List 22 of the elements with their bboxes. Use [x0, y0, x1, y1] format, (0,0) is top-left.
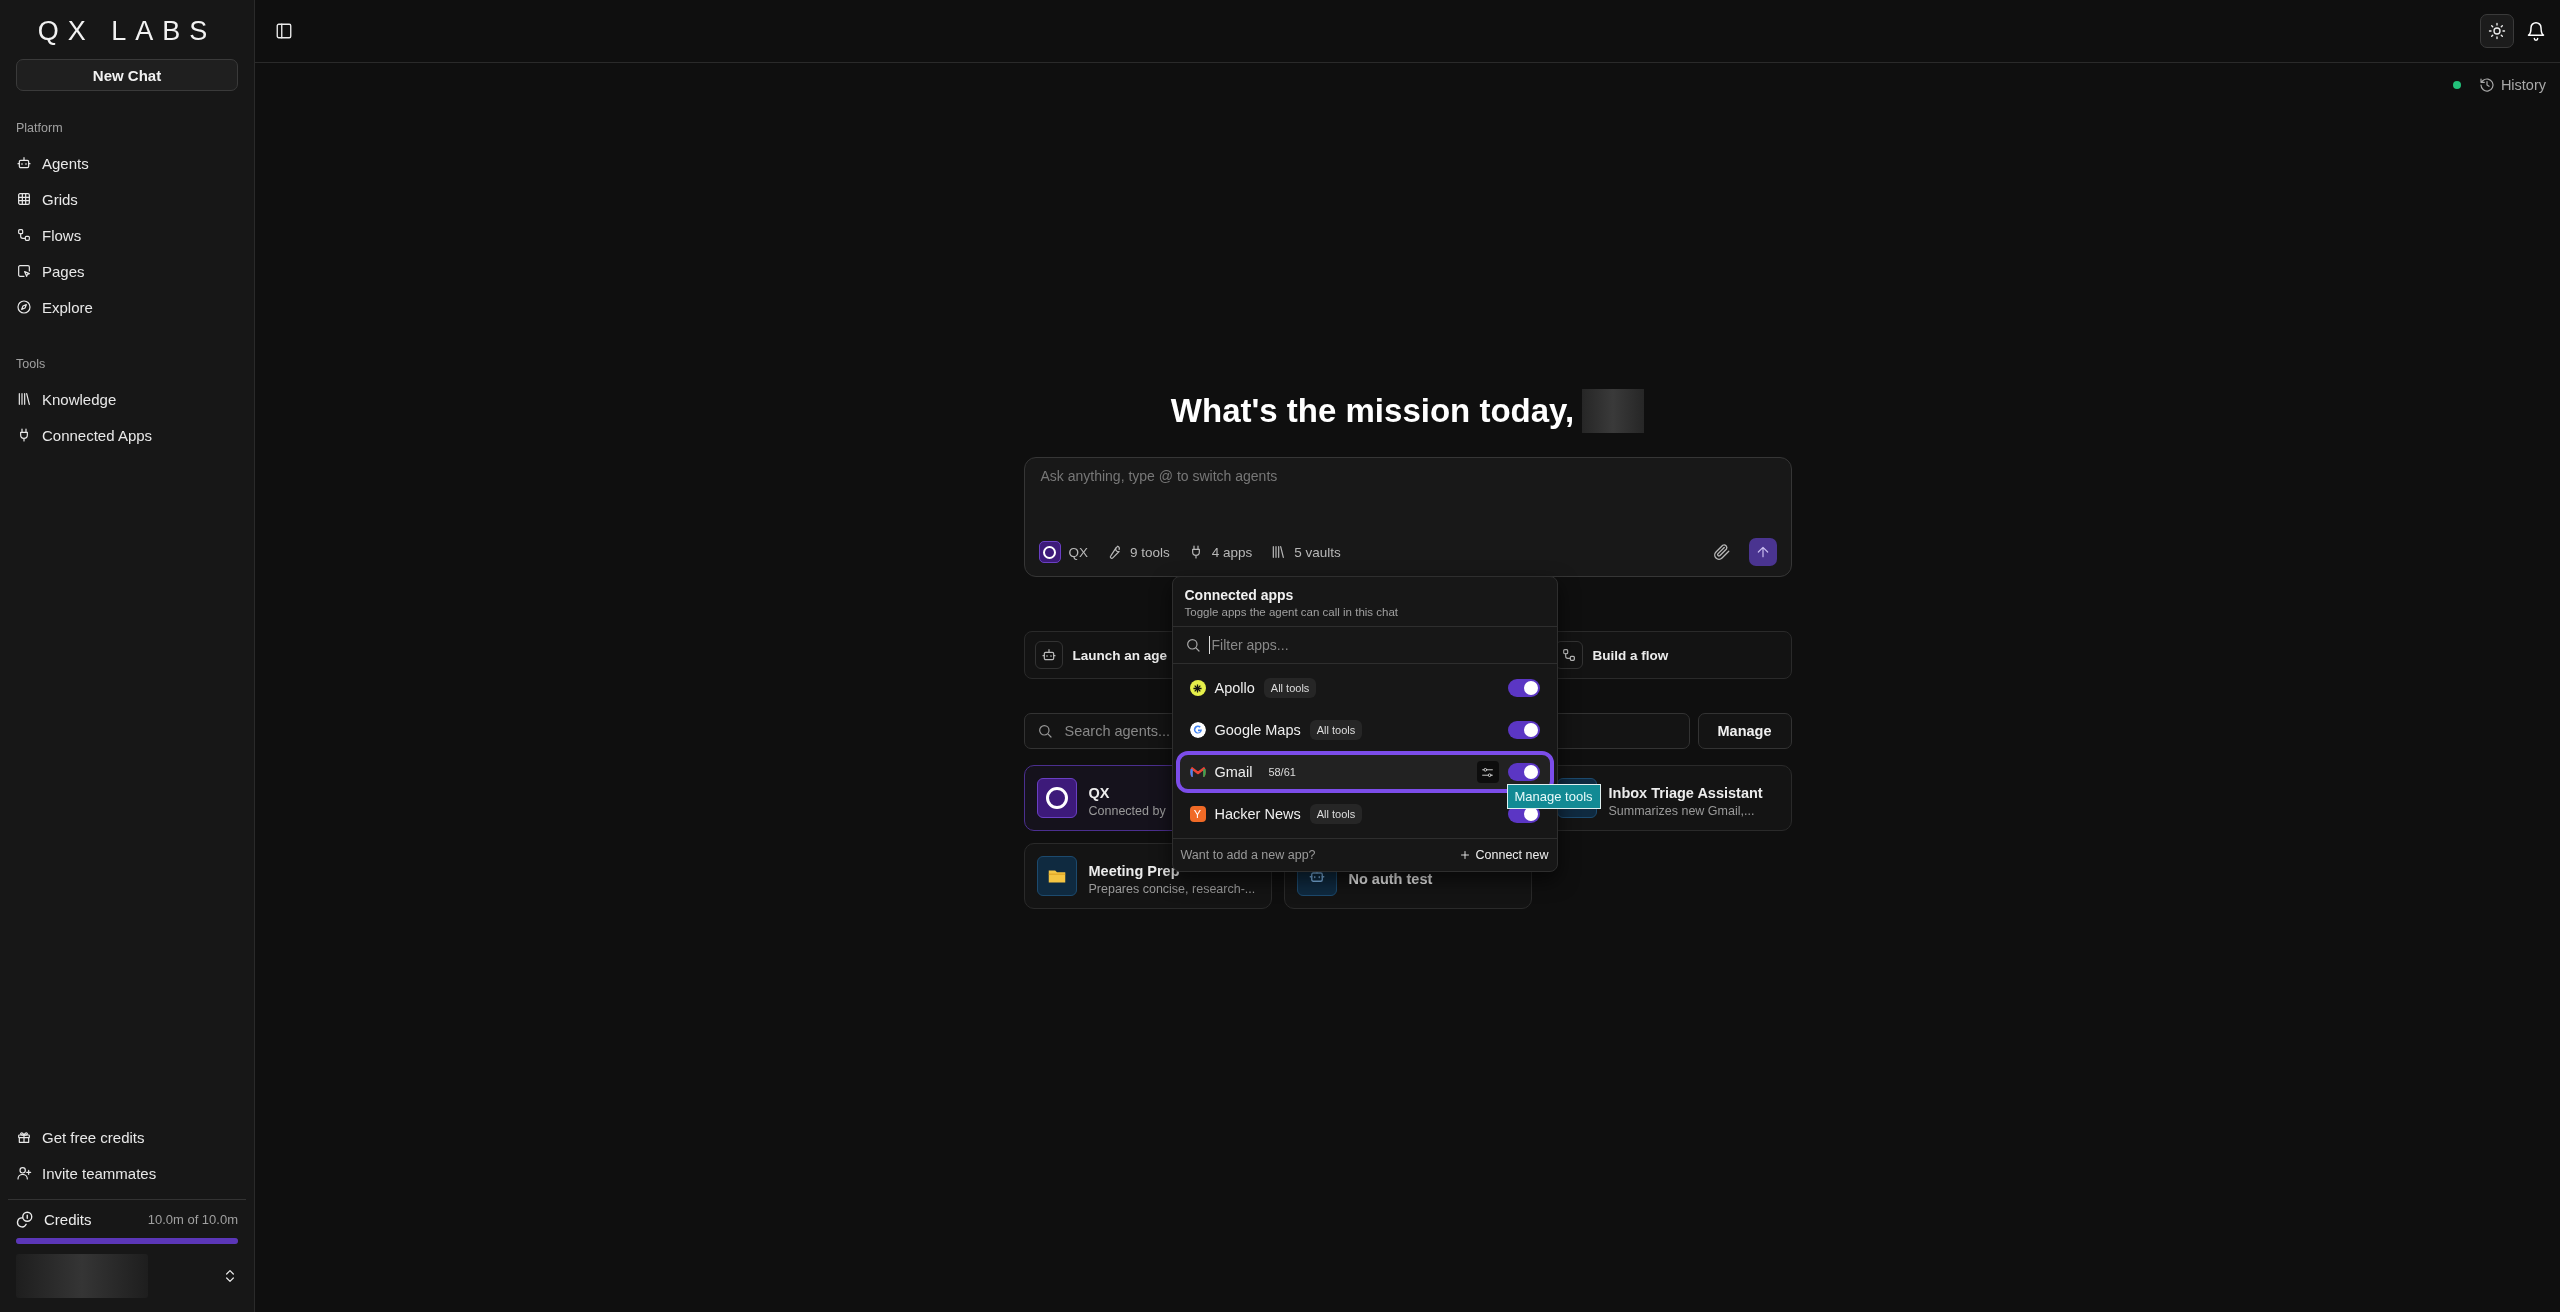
tooltip: Manage tools — [1506, 784, 1601, 809]
tools-count: All tools — [1263, 678, 1317, 698]
agent-description: Summarizes new Gmail,... — [1608, 803, 1755, 818]
logo: QX LABS — [36, 15, 218, 48]
popup-title: Connected apps — [1184, 587, 1295, 603]
tools-count: All tools — [1309, 804, 1363, 824]
agent-name: Inbox Triage Assistant — [1608, 784, 1763, 801]
quick-action-label: Launch an age — [1072, 647, 1168, 663]
credits-reading: 10.0m of 10.0m — [147, 1211, 238, 1227]
credits-label: Credits — [44, 1210, 93, 1228]
app-name: Gmail — [1214, 764, 1253, 780]
agent-name: No auth test — [1348, 871, 1433, 887]
section-title: Tools — [16, 357, 47, 371]
app-icon: Y — [1189, 806, 1206, 822]
quick-action-label: Build a flow — [1592, 647, 1669, 663]
popup-subtitle: Toggle apps the agent can call in this chat — [1184, 606, 1400, 618]
tools-count: All tools — [1309, 720, 1363, 740]
agent-description: Prepares concise, research-... — [1088, 881, 1256, 896]
agent-description: Connected by — [1088, 803, 1166, 818]
section-title: Platform — [16, 121, 64, 135]
agent-name: QX — [1088, 784, 1110, 801]
heading: What's the mission today, — [1170, 392, 1575, 430]
